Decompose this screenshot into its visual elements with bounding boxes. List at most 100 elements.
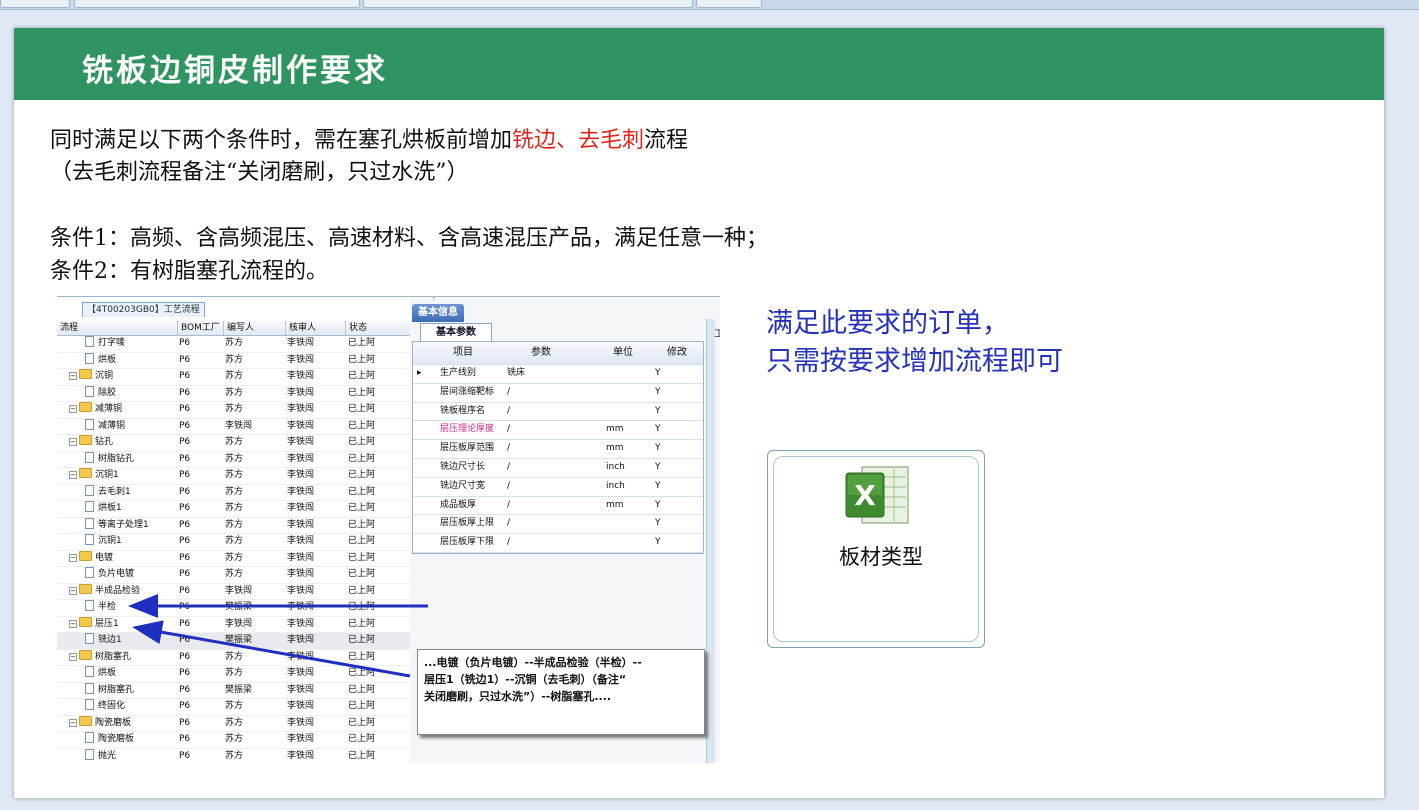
collapse-icon[interactable]: −: [69, 652, 77, 661]
cell-bom: P6: [179, 602, 191, 612]
cell-param[interactable]: /: [507, 440, 510, 458]
tab-basic-params[interactable]: 基本参数: [420, 323, 492, 341]
table-row[interactable]: 层压板厚下限 / Y: [413, 534, 703, 553]
table-row[interactable]: 除胶 P6 苏方 李铁闯 已上阿: [57, 385, 419, 402]
table-row[interactable]: 铣边尺寸宽 / inch Y: [413, 478, 703, 497]
node-label: 除胶: [98, 387, 117, 398]
table-row[interactable]: − 钻孔 P6 苏方 李铁闯 已上阿: [57, 435, 419, 452]
table-row[interactable]: 负片电镀 P6 苏方 李铁闯 已上阿: [57, 567, 419, 584]
cell-writer: 苏方: [225, 717, 244, 728]
collapse-icon[interactable]: −: [69, 471, 77, 479]
cell-param[interactable]: /: [507, 534, 510, 552]
object-inner-border: X 板材类型: [773, 456, 979, 642]
toolbar-tab[interactable]: [696, 0, 762, 8]
cell-item: 层压板厚上限: [440, 518, 495, 529]
table-row[interactable]: 陶瓷磨板 P6 苏方 李铁闯 已上阿: [57, 732, 419, 749]
table-row[interactable]: 烘板 P6 苏方 李铁闯 已上阿: [57, 666, 419, 683]
node-label: 负片电镀: [98, 569, 135, 579]
cell-writer: 苏方: [225, 503, 244, 513]
col-header[interactable]: BOM工厂: [177, 321, 220, 335]
table-row[interactable]: 铣边尺寸长 / inch Y: [413, 459, 703, 478]
col-header[interactable]: 修改: [667, 342, 687, 364]
toolbar-tab[interactable]: [363, 0, 693, 8]
document-icon: [85, 666, 94, 677]
cell-param[interactable]: 铣床: [507, 365, 525, 383]
note-line-2: 只需按要求增加流程即可: [766, 346, 1063, 377]
table-row[interactable]: 铣板程序名 / Y: [413, 403, 703, 422]
table-row[interactable]: 等离子处理1 P6 苏方 李铁闯 已上阿: [57, 517, 419, 534]
col-header[interactable]: 核审人: [285, 321, 316, 335]
node-label: 烘板1: [98, 503, 122, 513]
table-row[interactable]: 去毛刺1 P6 苏方 李铁闯 已上阿: [57, 484, 419, 501]
toolbar-tab[interactable]: [74, 0, 360, 8]
col-header[interactable]: 单位: [613, 342, 633, 364]
panel-splitter[interactable]: [706, 319, 715, 763]
table-row[interactable]: 树脂塞孔 P6 樊振梁 李铁闯 已上阿: [57, 682, 419, 699]
collapse-icon[interactable]: −: [69, 619, 77, 628]
cell-param[interactable]: /: [507, 459, 510, 477]
col-header[interactable]: 项目: [453, 342, 473, 364]
tree-node-name: 等离子处理1: [85, 517, 149, 534]
cell-writer: 苏方: [225, 552, 244, 563]
toolbar-tab[interactable]: [0, 0, 70, 8]
cell-param[interactable]: /: [507, 421, 510, 439]
cell-status: 已上阿: [348, 701, 376, 711]
document-icon: [85, 451, 94, 463]
col-header[interactable]: 状态: [345, 321, 367, 335]
table-row[interactable]: ▸ 生产线别 铣床 Y: [413, 365, 703, 384]
grid-rows: ▸ 生产线别 铣床 Y 层间涨缩靶标 / Y 铣板程序名 / Y 层压理论厚度 / mm Y 层压板厚范围 /…: [413, 365, 703, 553]
table-row[interactable]: − 陶瓷磨板 P6 苏方 李铁闯 已上阿: [57, 715, 419, 732]
table-row[interactable]: − 沉铜 P6 苏方 李铁闯 已上阿: [57, 369, 419, 386]
col-header[interactable]: 流程: [57, 321, 78, 335]
cell-status: 已上阿: [348, 536, 376, 546]
table-row[interactable]: 半检 P6 樊振梁 李铁闯 已上阿: [57, 600, 419, 617]
cell-bom: P6: [179, 503, 191, 513]
table-row[interactable]: − 电镀 P6 苏方 李铁闯 已上阿: [57, 550, 419, 567]
tree-tab[interactable]: 【4T00203GB0】工艺流程: [82, 302, 205, 317]
table-row[interactable]: 铣边1 P6 樊振梁 李铁闯 已上阿: [57, 633, 419, 650]
condition-1: 条件1：高频、含高频混压、高速材料、含高速混压产品，满足任意一种；: [50, 226, 768, 251]
collapse-icon[interactable]: −: [69, 718, 77, 727]
collapse-icon[interactable]: −: [69, 405, 77, 413]
collapse-icon[interactable]: −: [69, 586, 77, 595]
table-row[interactable]: − 沉铜1 P6 苏方 李铁闯 已上阿: [57, 468, 419, 485]
cell-param[interactable]: /: [507, 384, 510, 402]
collapse-icon[interactable]: −: [69, 372, 77, 380]
table-row[interactable]: − 半成品检验 P6 李铁闯 李铁闯 已上阿: [57, 583, 419, 600]
table-row[interactable]: − 树脂塞孔 P6 苏方 李铁闯 已上阿: [57, 649, 419, 666]
table-row[interactable]: 抛光 P6 苏方 李铁闯 已上阿: [57, 748, 419, 764]
tab-basic-info[interactable]: 基本信息: [412, 304, 464, 322]
col-header[interactable]: 编写人: [223, 321, 254, 335]
tree-node-name: 铣边1: [85, 633, 122, 649]
callout-line: 层压1（铣边1）--沉铜（去毛刺）（备注“: [424, 673, 627, 686]
folder-icon: [79, 402, 92, 412]
table-row[interactable]: 层间涨缩靶标 / Y: [413, 384, 703, 403]
table-row[interactable]: 终固化 P6 苏方 李铁闯 已上阿: [57, 699, 419, 716]
cell-item: 成品板厚: [440, 499, 477, 510]
table-row[interactable]: 烘板 P6 苏方 李铁闯 已上阿: [57, 352, 419, 369]
cell-param[interactable]: /: [507, 478, 510, 496]
cell-param[interactable]: /: [507, 497, 510, 515]
collapse-icon[interactable]: −: [69, 438, 77, 446]
embedded-excel-object[interactable]: X 板材类型: [767, 450, 985, 648]
table-row[interactable]: 成品板厚 / mm Y: [413, 497, 703, 516]
tree-node-name: 负片电镀: [85, 567, 134, 583]
col-header[interactable]: 参数: [531, 342, 551, 364]
table-row[interactable]: 层压理论厚度 / mm Y: [413, 421, 703, 441]
table-row[interactable]: − 减薄铜 P6 苏方 李铁闯 已上阿: [57, 402, 419, 419]
table-row[interactable]: 打字唛 P6 苏方 李铁闯 已上阿: [57, 336, 419, 353]
table-row[interactable]: 沉铜1 P6 苏方 李铁闯 已上阿: [57, 534, 419, 551]
side-tab-label[interactable]: 工: [714, 325, 720, 340]
cell-status: 已上阿: [348, 453, 376, 464]
table-row[interactable]: − 层压1 P6 李铁闯 李铁闯 已上阿: [57, 616, 419, 633]
cell-param[interactable]: /: [507, 515, 510, 533]
cell-writer: 樊振梁: [225, 635, 253, 645]
collapse-icon[interactable]: −: [69, 553, 77, 562]
table-row[interactable]: 层压板厚上限 / Y: [413, 515, 703, 535]
table-row[interactable]: 烘板1 P6 苏方 李铁闯 已上阿: [57, 501, 419, 518]
table-row[interactable]: 层压板厚范围 / mm Y: [413, 440, 703, 459]
cell-param[interactable]: /: [507, 403, 510, 421]
table-row[interactable]: 树脂钻孔 P6 苏方 李铁闯 已上阿: [57, 451, 419, 468]
cell-writer: 苏方: [225, 453, 244, 464]
table-row[interactable]: 减薄铜 P6 李铁闯 李铁闯 已上阿: [57, 418, 419, 435]
